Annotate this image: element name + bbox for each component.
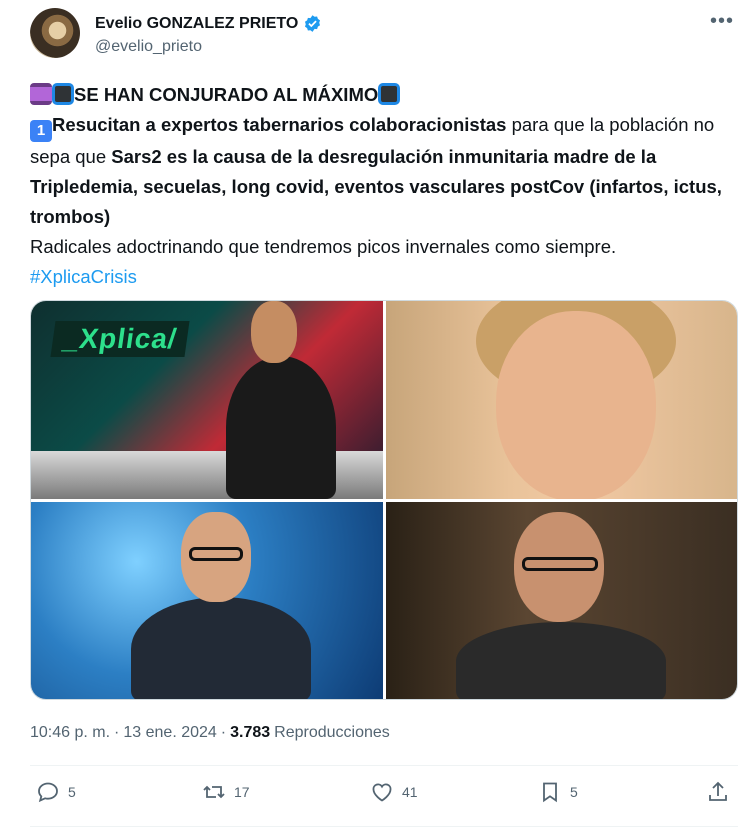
keycap-one-icon: 1: [30, 120, 52, 142]
bookmark-button[interactable]: 5: [538, 780, 578, 804]
view-count: 3.783: [230, 724, 271, 741]
xplica-logo: _Xplica/: [50, 321, 190, 357]
reply-icon: [38, 782, 58, 803]
share-icon: [709, 781, 727, 801]
view-count-label: Reproducciones: [274, 724, 390, 741]
media-image-2[interactable]: [386, 301, 737, 499]
media-image-1[interactable]: _Xplica/: [31, 301, 383, 499]
tweet-bold-1: Resucitan a expertos tabernarios colabor…: [52, 114, 507, 135]
television-icon: [378, 83, 401, 105]
author-name-row: Evelio GONZALEZ PRIETO: [95, 14, 322, 33]
retweet-button[interactable]: 17: [202, 780, 250, 804]
glasses: [189, 547, 243, 561]
tweet-text: SE HAN CONJURADO AL MÁXIMO 1 Resucitan a …: [30, 80, 742, 292]
bookmark-icon: [543, 782, 557, 803]
tweet-time[interactable]: 10:46 p. m.: [30, 724, 110, 742]
bald-man-body: [456, 622, 666, 699]
tweet-header: Evelio GONZALEZ PRIETO @evelio_prieto ••…: [30, 8, 740, 60]
meta-separator: ·: [220, 724, 227, 741]
tweet-headline: SE HAN CONJURADO AL MÁXIMO: [74, 84, 379, 105]
bookmark-count: 5: [570, 784, 578, 800]
tweet-paragraph: 1 Resucitan a expertos tabernarios colabo…: [30, 110, 742, 232]
like-icon: [372, 783, 392, 802]
avatar[interactable]: [30, 8, 80, 58]
woman-face: [496, 311, 656, 499]
meta-separator: ·: [114, 724, 120, 741]
tweet-line-3: Radicales adoctrinando que tendremos pic…: [30, 236, 617, 257]
divider: [30, 765, 738, 766]
retweet-icon: [203, 785, 225, 799]
tweet-bold-2: Sars2 es la causa de la desregulación in…: [30, 146, 722, 227]
action-bar: 5 17 41 5: [30, 780, 730, 814]
television-icon: [52, 83, 74, 105]
thread-spool-icon: [30, 83, 52, 105]
media-grid: _Xplica/: [30, 300, 738, 700]
more-icon[interactable]: •••: [710, 10, 734, 33]
reply-button[interactable]: 5: [36, 780, 76, 804]
tweet-line-1: SE HAN CONJURADO AL MÁXIMO: [30, 80, 742, 110]
media-image-4[interactable]: [386, 502, 737, 699]
divider: [30, 826, 738, 827]
presenter-body: [226, 356, 336, 499]
glasses: [522, 557, 598, 571]
author-display-name[interactable]: Evelio GONZALEZ PRIETO: [95, 15, 298, 33]
tweet-date[interactable]: 13 ene. 2024: [123, 724, 216, 742]
share-button[interactable]: [706, 780, 730, 804]
reply-count: 5: [68, 784, 76, 800]
hashtag-link[interactable]: #XplicaCrisis: [30, 266, 137, 287]
verified-badge-icon: [305, 15, 321, 32]
media-image-3[interactable]: [31, 502, 383, 699]
presenter-head: [251, 301, 297, 363]
author-handle[interactable]: @evelio_prieto: [95, 38, 202, 56]
like-button[interactable]: 41: [370, 780, 418, 804]
retweet-count: 17: [234, 784, 250, 800]
man-body: [131, 597, 311, 699]
tweet-meta: 10:46 p. m. · 13 ene. 2024 · 3.783 Repro…: [30, 724, 390, 742]
like-count: 41: [402, 784, 418, 800]
